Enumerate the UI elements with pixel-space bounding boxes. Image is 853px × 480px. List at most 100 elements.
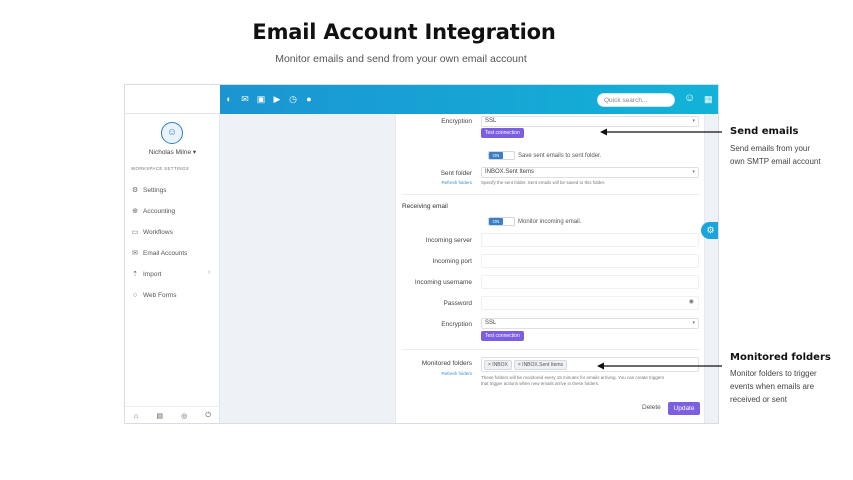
sent-folder-label: Sent folder: [440, 170, 472, 177]
sidebar-item-label: Email Accounts: [143, 249, 188, 257]
encryption-select[interactable]: SSL ▾: [481, 116, 699, 127]
sent-folder-select[interactable]: INBOX.Sent Items ▾: [481, 167, 699, 178]
app-window: ◐ ✉ ▣ ▶ ◷ ● Quick search... ☺ ▦ ☺ Nichol…: [124, 84, 719, 424]
toggle-switch[interactable]: ON: [488, 151, 515, 160]
test-connection-incoming-button[interactable]: Test connection: [481, 331, 524, 341]
encryption-incoming-select[interactable]: SSL ▾: [481, 318, 699, 329]
sent-folder-value: INBOX.Sent Items: [485, 169, 535, 175]
top-bar: ◐ ✉ ▣ ▶ ◷ ● Quick search... ☺ ▦: [125, 85, 718, 114]
gear-icon: ⚙: [131, 187, 139, 194]
clock-icon[interactable]: ◷: [288, 94, 298, 104]
chevron-down-icon: ▾: [692, 118, 695, 124]
test-connection-button[interactable]: Test connection: [481, 128, 524, 138]
monitored-folders-callout-text-3: received or sent: [730, 395, 787, 404]
sidebar-item-label: Workflows: [143, 228, 173, 236]
mail-icon: ✉: [132, 250, 138, 257]
monitored-folders-callout-text-2: events when emails are: [730, 382, 815, 391]
quick-search-input[interactable]: Quick search...: [597, 93, 675, 107]
profile-avatar-icon[interactable]: ☺: [684, 92, 695, 107]
monitored-folders-label: Monitored folders: [421, 360, 472, 367]
incoming-port-input[interactable]: [481, 254, 699, 268]
chevron-down-icon: ▾: [192, 149, 197, 156]
sidebar-item-label: Settings: [143, 186, 167, 194]
password-input[interactable]: ◉: [481, 296, 699, 310]
dashboard-icon[interactable]: ◐: [224, 94, 234, 104]
hero-subtitle: Monitor emails and send from your own em…: [275, 53, 527, 65]
chevron-down-icon: ▾: [692, 169, 695, 175]
table-icon[interactable]: ▤: [156, 412, 163, 420]
grid-menu-icon[interactable]: ▦: [704, 94, 713, 104]
divider: [402, 194, 700, 195]
chevron-down-icon: ▾: [692, 320, 695, 326]
monitored-folders-hint-2: that trigger actions when new emails arr…: [481, 381, 600, 386]
sidebar: ☺ Nicholas Milne ▾ WORKSPACE SETTINGS ⚙ S…: [125, 114, 220, 423]
save-sent-label: Save sent emails to sent folder.: [518, 152, 602, 159]
sidebar-item-accounting[interactable]: ⊕ Accounting: [131, 205, 175, 217]
incoming-server-label: Incoming server: [425, 237, 472, 244]
accounting-icon: ⊕: [132, 208, 138, 215]
contacts-icon[interactable]: ▣: [256, 94, 266, 104]
sidebar-footer: ⌂ ▤ ◎ ⏻: [125, 406, 220, 423]
folder-tag-sent[interactable]: × INBOX.Sent Items: [513, 360, 568, 370]
password-label: Password: [443, 300, 472, 307]
chevron-left-icon[interactable]: ‹: [208, 269, 210, 276]
monitor-incoming-label: Monitor incoming email.: [518, 218, 582, 225]
top-nav-icons: ◐ ✉ ▣ ▶ ◷ ●: [224, 94, 314, 104]
encryption-incoming-value: SSL: [485, 320, 497, 326]
receiving-email-title: Receiving email: [402, 203, 448, 210]
incoming-username-label: Incoming username: [414, 279, 472, 286]
upload-icon: ⇡: [132, 271, 138, 278]
play-icon[interactable]: ▶: [272, 94, 282, 104]
top-bar-logo-area: [125, 85, 220, 114]
send-emails-callout-title: Send emails: [730, 126, 799, 137]
settings-fab-gear-icon[interactable]: ⚙: [701, 222, 718, 239]
avatar[interactable]: ☺: [161, 122, 183, 144]
sidebar-item-label: Web Forms: [143, 291, 177, 299]
toggle-on-label: ON: [489, 152, 503, 159]
workflow-icon: ▭: [131, 229, 139, 236]
sidebar-item-workflows[interactable]: ▭ Workflows: [131, 226, 173, 238]
sent-folder-hint: Specify the sent folder. Sent emails wil…: [481, 180, 606, 185]
sidebar-item-label: Accounting: [143, 207, 176, 215]
sidebar-item-import[interactable]: ⇡ Import: [131, 268, 161, 280]
refresh-folders-link-2[interactable]: Refresh folders: [441, 371, 472, 376]
content-area: Encryption SSL ▾ Test connection ON Save …: [220, 114, 718, 423]
encryption-value: SSL: [485, 118, 497, 124]
workspace-settings-label: WORKSPACE SETTINGS: [131, 166, 190, 171]
sidebar-item-email-accounts[interactable]: ✉ Email Accounts: [131, 247, 187, 259]
chat-icon: ○: [132, 291, 138, 299]
encryption-incoming-label: Encryption: [441, 321, 472, 328]
hero-title: Email Account Integration: [252, 20, 556, 44]
send-emails-callout-text-2: own SMTP email account: [730, 157, 821, 166]
sidebar-item-settings[interactable]: ⚙ Settings: [131, 184, 167, 196]
monitor-incoming-toggle[interactable]: ON Monitor incoming email.: [488, 217, 581, 226]
monitored-folders-callout-title: Monitored folders: [730, 352, 831, 363]
send-emails-callout-text-1: Send emails from your: [730, 144, 811, 153]
toggle-switch[interactable]: ON: [488, 217, 515, 226]
monitored-folders-callout-text-1: Monitor folders to trigger: [730, 369, 817, 378]
monitored-folders-input[interactable]: × INBOX × INBOX.Sent Items: [481, 357, 699, 372]
bank-icon[interactable]: ⌂: [134, 413, 138, 420]
mail-icon[interactable]: ✉: [240, 94, 250, 104]
page: Email Account Integration Monitor emails…: [0, 0, 853, 480]
help-icon[interactable]: ◎: [181, 412, 187, 420]
user-icon[interactable]: ●: [304, 94, 314, 104]
toggle-on-label: ON: [489, 218, 503, 225]
delete-button[interactable]: Delete: [642, 404, 661, 411]
encryption-label: Encryption: [441, 118, 472, 125]
incoming-port-label: Incoming port: [432, 258, 472, 265]
save-sent-toggle[interactable]: ON Save sent emails to sent folder.: [488, 151, 601, 160]
incoming-server-input[interactable]: [481, 233, 699, 247]
update-button[interactable]: Update: [668, 402, 700, 415]
eye-icon[interactable]: ◉: [689, 298, 694, 305]
divider: [402, 349, 700, 350]
folder-tag-inbox[interactable]: × INBOX: [484, 360, 512, 370]
email-account-form: Encryption SSL ▾ Test connection ON Save …: [395, 114, 705, 423]
username-label: Nicholas Milne: [148, 149, 192, 156]
sidebar-item-web-forms[interactable]: ○ Web Forms: [131, 289, 177, 301]
refresh-folders-link[interactable]: Refresh folders: [441, 180, 472, 185]
user-menu[interactable]: Nicholas Milne ▾: [125, 148, 220, 156]
power-icon[interactable]: ⏻: [205, 412, 211, 420]
incoming-username-input[interactable]: [481, 275, 699, 289]
sidebar-item-label: Import: [143, 270, 162, 278]
